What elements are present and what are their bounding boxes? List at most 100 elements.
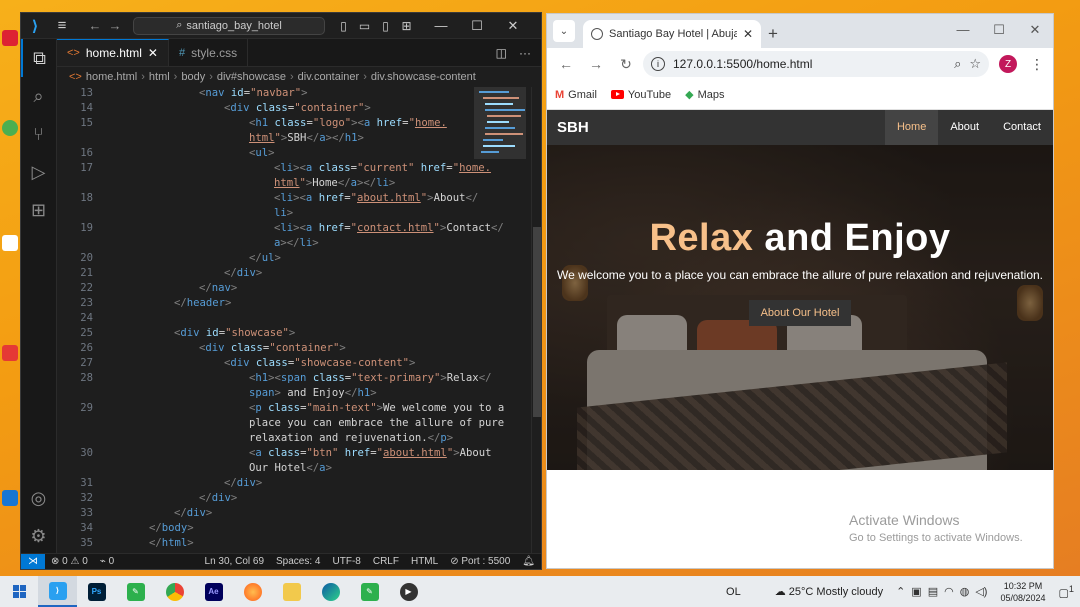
desktop-icon[interactable]: [2, 235, 18, 251]
close-icon[interactable]: ✕: [1017, 14, 1053, 46]
maximize-icon[interactable]: ☐: [981, 14, 1017, 46]
run-debug-icon[interactable]: ▷: [21, 153, 56, 191]
taskbar-file-explorer[interactable]: [272, 576, 311, 607]
forward-arrow-icon[interactable]: →: [583, 56, 609, 72]
breadcrumb-item[interactable]: div.container: [298, 71, 360, 83]
browser-tab[interactable]: Santiago Bay Hotel | Abuja Hote ✕: [583, 20, 761, 48]
split-editor-icon[interactable]: ◫: [496, 46, 507, 60]
nav-contact[interactable]: Contact: [991, 110, 1053, 145]
site-info-icon[interactable]: i: [651, 57, 665, 71]
volume-icon[interactable]: ◁): [975, 585, 987, 598]
desktop-icon[interactable]: [2, 120, 18, 136]
wifi-icon[interactable]: ◠: [944, 585, 954, 598]
scrollbar-thumb[interactable]: [533, 227, 541, 417]
taskbar-app[interactable]: ✎: [350, 576, 389, 607]
taskbar-chrome[interactable]: [155, 576, 194, 607]
toggle-primary-sidebar-icon[interactable]: ▯: [333, 19, 354, 33]
browser-menu-icon[interactable]: ⋮: [1027, 56, 1047, 73]
breadcrumb-item[interactable]: html: [149, 71, 170, 83]
ports-indicator[interactable]: ⌁ 0: [94, 556, 120, 567]
language-mode[interactable]: HTML: [405, 556, 444, 567]
taskbar-edge[interactable]: [311, 576, 350, 607]
toggle-panel-icon[interactable]: ▭: [354, 19, 375, 33]
tab-home-html[interactable]: <> home.html ✕: [57, 39, 169, 66]
taskbar-app[interactable]: ✎: [116, 576, 155, 607]
line-number: 15: [80, 117, 93, 129]
problems-indicator[interactable]: ⊗ 0 ⚠ 0: [45, 556, 94, 567]
taskbar-vscode[interactable]: ⟩: [38, 576, 77, 607]
hamburger-menu-icon[interactable]: ≡: [49, 17, 75, 34]
explorer-icon[interactable]: ⧉: [21, 39, 56, 77]
code-line: relaxation and rejuvenation.</p>: [249, 432, 454, 444]
encoding[interactable]: UTF-8: [327, 556, 367, 567]
customize-layout-icon[interactable]: ⊞: [396, 19, 417, 33]
taskbar-after-effects[interactable]: Ae: [194, 576, 233, 607]
tray-app-icon[interactable]: ▤: [928, 585, 938, 598]
source-control-icon[interactable]: ⑂: [21, 115, 56, 153]
desktop-icon[interactable]: [2, 490, 18, 506]
bookmark-youtube[interactable]: YouTube: [610, 89, 671, 101]
remote-indicator-icon[interactable]: ⋊: [21, 553, 45, 569]
line-number: 20: [80, 252, 93, 264]
indentation[interactable]: Spaces: 4: [270, 556, 326, 567]
breadcrumb-item[interactable]: div.showcase-content: [371, 71, 476, 83]
end-of-line[interactable]: CRLF: [367, 556, 405, 567]
minimize-icon[interactable]: —: [945, 14, 981, 46]
back-arrow-icon[interactable]: ←: [553, 56, 579, 72]
close-tab-icon[interactable]: ✕: [148, 46, 158, 60]
profile-avatar[interactable]: Z: [999, 55, 1017, 73]
vertical-scrollbar[interactable]: [531, 87, 541, 555]
line-number: 33: [80, 507, 93, 519]
notifications-bell-icon[interactable]: 🔔︎: [516, 556, 541, 567]
more-actions-icon[interactable]: ···: [519, 46, 531, 60]
maximize-icon[interactable]: ☐: [459, 18, 495, 34]
tab-style-css[interactable]: # style.css: [169, 39, 249, 66]
bookmark-gmail[interactable]: M Gmail: [555, 89, 597, 101]
reload-icon[interactable]: ↻: [613, 56, 639, 73]
nav-about[interactable]: About: [938, 110, 991, 145]
search-icon[interactable]: ⌕: [21, 77, 56, 115]
settings-gear-icon[interactable]: ⚙: [21, 517, 56, 555]
extensions-icon[interactable]: ⊞: [21, 191, 56, 229]
editor-tabs: <> home.html ✕ # style.css ◫ ···: [57, 39, 541, 67]
bookmark-star-icon[interactable]: ☆: [969, 56, 981, 72]
bookmark-maps[interactable]: ◆ Maps: [685, 88, 724, 102]
nav-home[interactable]: Home: [884, 110, 939, 145]
close-tab-icon[interactable]: ✕: [743, 27, 753, 41]
url-text: 127.0.0.1:5500/home.html: [673, 57, 813, 71]
tray-ol[interactable]: OL: [726, 586, 741, 598]
close-icon[interactable]: ✕: [495, 18, 531, 34]
tray-app-icon[interactable]: ▣: [911, 585, 921, 598]
minimap[interactable]: [474, 87, 529, 207]
desktop-icon[interactable]: [2, 30, 18, 46]
account-icon[interactable]: ◎: [21, 479, 56, 517]
desktop-icon[interactable]: [2, 345, 18, 361]
minimize-icon[interactable]: —: [423, 18, 459, 33]
zoom-icon[interactable]: ⌕: [954, 56, 961, 72]
breadcrumb-item[interactable]: div#showcase: [217, 71, 286, 83]
breadcrumb-item[interactable]: body: [181, 71, 205, 83]
toggle-secondary-sidebar-icon[interactable]: ▯: [375, 19, 396, 33]
back-arrow-icon[interactable]: ←: [85, 18, 105, 33]
live-server-port[interactable]: ⊘ Port : 5500: [444, 556, 516, 567]
code-editor[interactable]: 13 14 15 16 17 18 19 20 21 22 23 24 25 2…: [57, 87, 529, 555]
network-globe-icon[interactable]: ◍: [960, 585, 970, 598]
weather-widget[interactable]: ☁ 25°C Mostly cloudy: [775, 585, 883, 598]
forward-arrow-icon[interactable]: →: [105, 18, 125, 33]
clock[interactable]: 10:32 PM 05/08/2024: [1000, 580, 1045, 604]
start-button[interactable]: [0, 576, 38, 607]
address-bar[interactable]: i 127.0.0.1:5500/home.html ⌕ ☆: [643, 51, 989, 77]
new-tab-icon[interactable]: +: [761, 20, 785, 48]
taskbar-firefox[interactable]: [233, 576, 272, 607]
breadcrumb-item[interactable]: home.html: [86, 71, 137, 83]
cursor-position[interactable]: Ln 30, Col 69: [199, 556, 271, 567]
site-logo[interactable]: SBH: [547, 119, 589, 136]
about-hotel-button[interactable]: About Our Hotel: [748, 300, 852, 326]
tab-search-icon[interactable]: ⌄: [553, 20, 575, 42]
command-center-search[interactable]: ⌕ santiago_bay_hotel: [133, 16, 325, 35]
windows-logo-icon: [12, 585, 26, 598]
taskbar-photoshop[interactable]: Ps: [77, 576, 116, 607]
taskbar-media-player[interactable]: ▶: [389, 576, 428, 607]
notification-center-icon[interactable]: ▢1: [1059, 584, 1075, 600]
show-hidden-icons-icon[interactable]: ⌃: [896, 585, 905, 598]
